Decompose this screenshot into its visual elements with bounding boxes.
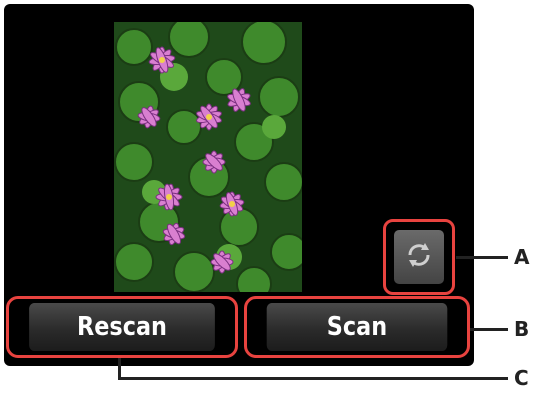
callout-line-b [470, 328, 508, 331]
scan-button[interactable]: Scan [266, 303, 448, 351]
rescan-button[interactable]: Rescan [29, 303, 215, 351]
rotate-button-highlight [383, 219, 455, 295]
scan-button-highlight: Scan [244, 296, 470, 358]
scan-preview-image [114, 22, 302, 292]
rotate-button[interactable] [394, 230, 444, 284]
callout-line-a [456, 256, 508, 259]
callout-label-a: A [514, 245, 530, 269]
callout-line-c-horizontal [118, 377, 508, 380]
rotate-icon [404, 240, 434, 274]
callout-label-c: C [514, 366, 529, 390]
rescan-button-highlight: Rescan [6, 296, 238, 358]
callout-label-b: B [514, 317, 530, 341]
